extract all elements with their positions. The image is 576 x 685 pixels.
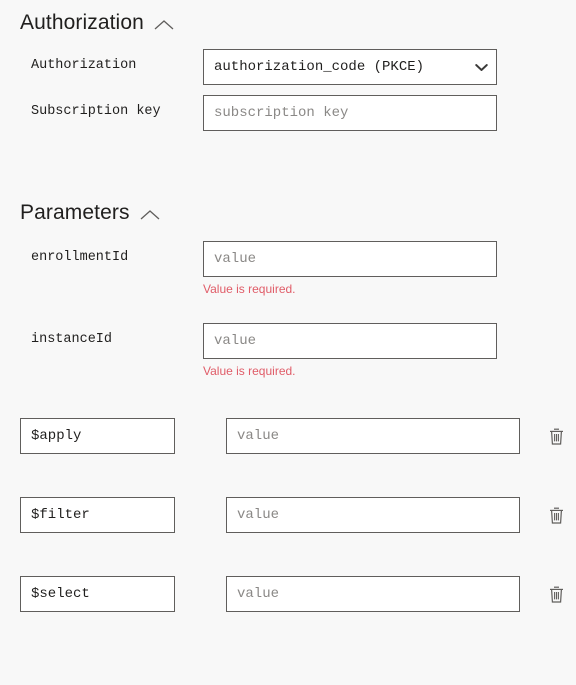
authorization-label: Authorization: [31, 58, 137, 73]
enrollmentid-error-message: Value is required.: [203, 282, 296, 296]
chevron-up-icon[interactable]: [137, 202, 163, 228]
custom-param-value-input[interactable]: [226, 576, 520, 612]
trash-icon[interactable]: [542, 501, 570, 529]
parameters-section-header: Parameters: [0, 198, 576, 228]
trash-icon[interactable]: [542, 580, 570, 608]
authorization-select[interactable]: authorization_code (PKCE): [203, 49, 497, 85]
instanceid-field-row: instanceId Value is required.: [0, 323, 576, 379]
instanceid-label: instanceId: [31, 332, 113, 347]
enrollmentid-input[interactable]: [203, 241, 497, 277]
custom-param-value-input[interactable]: [226, 497, 520, 533]
authorization-field-row: Authorization authorization_code (PKCE): [0, 49, 576, 85]
authorization-section-title: Authorization: [20, 10, 144, 34]
subscription-key-label: Subscription key: [31, 104, 161, 119]
custom-param-key-input[interactable]: [20, 418, 175, 454]
trash-icon[interactable]: [542, 422, 570, 450]
custom-param-key-input[interactable]: [20, 576, 175, 612]
custom-param-value-input[interactable]: [226, 418, 520, 454]
subscription-key-field-row: Subscription key: [0, 95, 576, 131]
authorization-section-header: Authorization: [0, 8, 576, 38]
custom-param-key-input[interactable]: [20, 497, 175, 533]
instanceid-error-message: Value is required.: [203, 364, 296, 378]
api-request-form: Authorization Authorization authorizatio…: [0, 0, 576, 685]
custom-param-row: [0, 497, 576, 533]
custom-param-row: [0, 576, 576, 612]
enrollmentid-field-row: enrollmentId Value is required.: [0, 241, 576, 297]
chevron-up-icon[interactable]: [151, 12, 177, 38]
parameters-section-title: Parameters: [20, 200, 130, 224]
custom-param-row: [0, 418, 576, 454]
enrollmentid-label: enrollmentId: [31, 250, 129, 265]
instanceid-input[interactable]: [203, 323, 497, 359]
subscription-key-input[interactable]: [203, 95, 497, 131]
